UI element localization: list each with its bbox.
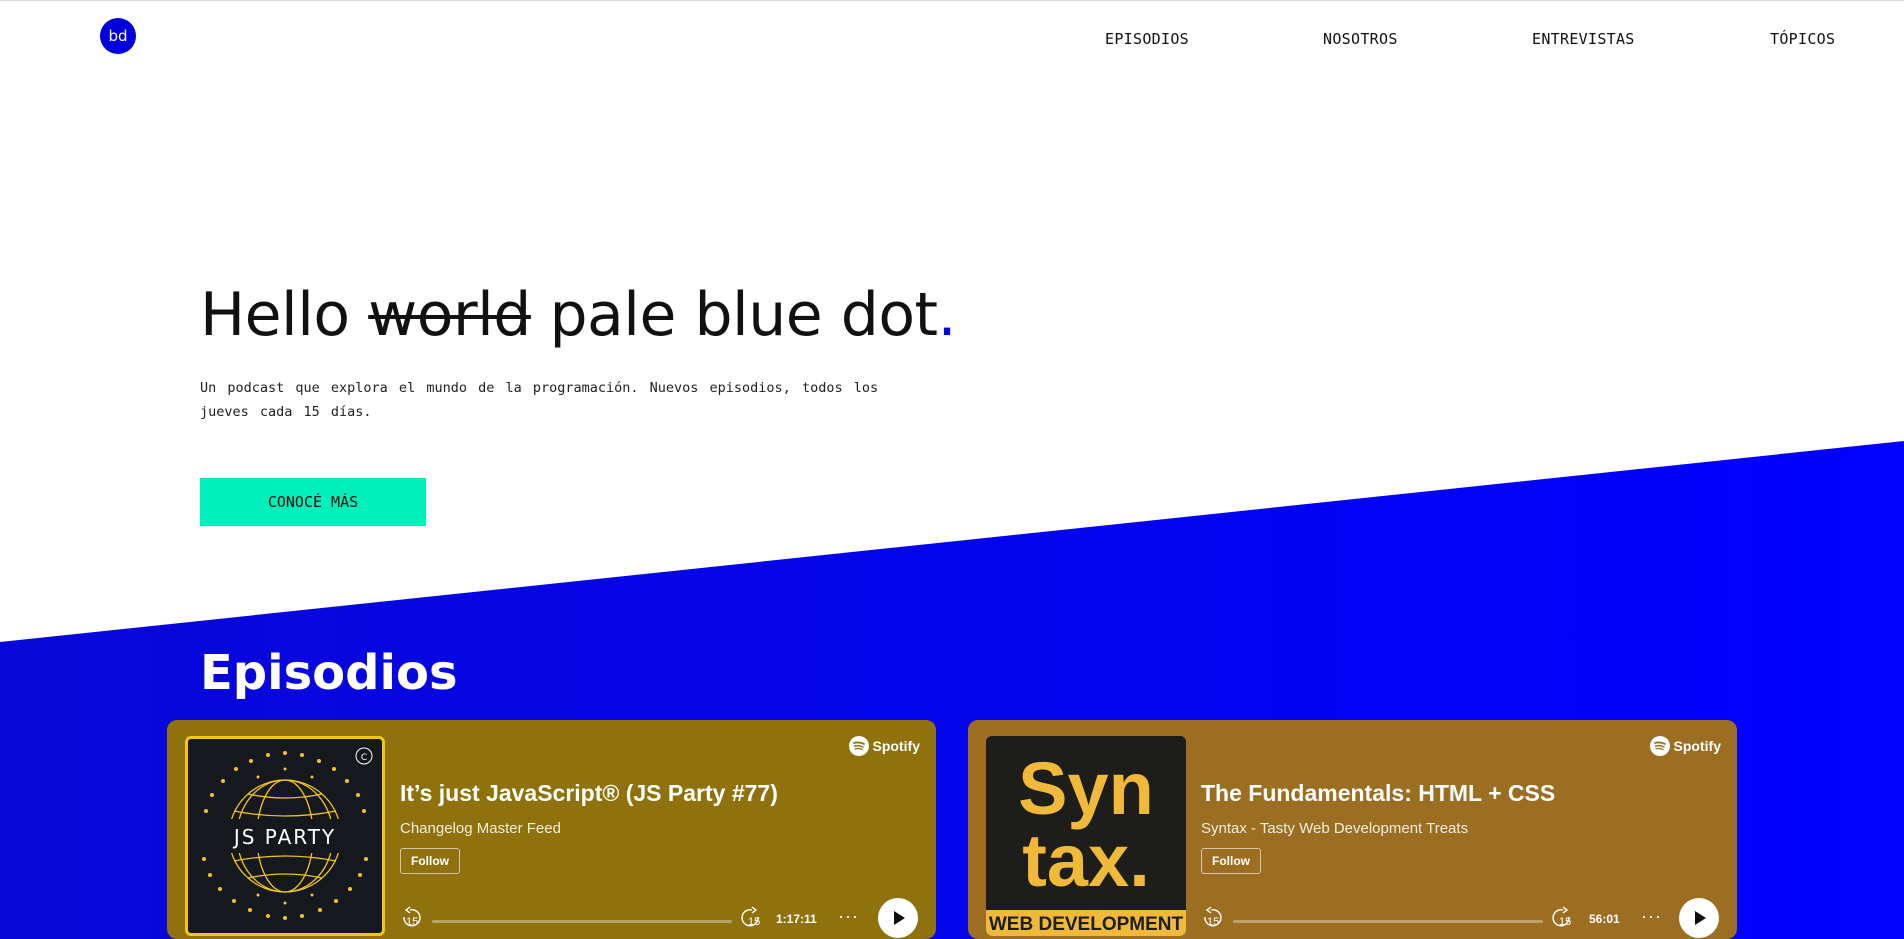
hero-description: Un podcast que explora el mundo de la pr…	[200, 380, 879, 420]
skip-forward-button[interactable]: 15	[1549, 906, 1573, 928]
episode-title[interactable]: It’s just JavaScript® (JS Party #77)	[400, 780, 778, 807]
cover-line-2: tax.	[1022, 819, 1150, 902]
skip-back-label: 15	[1207, 916, 1220, 928]
cover-badge: C	[361, 753, 367, 763]
cover-line-1: Syn	[1018, 747, 1154, 830]
hero-title-dot: .	[937, 280, 957, 350]
follow-button[interactable]: Follow	[1201, 848, 1261, 874]
episode-show-name[interactable]: Changelog Master Feed	[400, 820, 561, 837]
episode-show-name[interactable]: Syntax - Tasty Web Development Treats	[1201, 820, 1468, 837]
spotify-brand[interactable]: Spotify	[1649, 736, 1721, 756]
hero-title: Hello world pale blue dot.	[200, 280, 957, 350]
nav-item-nosotros[interactable]: NOSOTROS	[1323, 30, 1398, 48]
more-options-button[interactable]: ···	[1641, 906, 1662, 927]
skip-back-button[interactable]: 15	[400, 906, 424, 928]
play-button[interactable]	[1679, 898, 1719, 938]
spotify-icon	[1649, 736, 1670, 756]
progress-bar[interactable]	[1233, 920, 1543, 923]
progress-bar[interactable]	[432, 920, 732, 923]
cover-text: JS PARTY	[232, 825, 336, 849]
more-options-button[interactable]: ···	[838, 906, 859, 927]
spotify-label: Spotify	[872, 738, 920, 754]
player-controls: 15 15 56:01 ···	[1201, 898, 1721, 938]
nav-item-entrevistas[interactable]: ENTREVISTAS	[1532, 30, 1635, 48]
nav-item-topicos[interactable]: TÓPICOS	[1770, 30, 1835, 48]
site-logo[interactable]: bd	[100, 18, 136, 54]
skip-forward-label: 15	[748, 916, 761, 928]
spotify-icon	[848, 736, 869, 756]
spotify-label: Spotify	[1673, 738, 1721, 754]
globe-icon: JS PARTY C	[202, 747, 373, 920]
skip-back-button[interactable]: 15	[1201, 906, 1225, 928]
play-button[interactable]	[878, 898, 918, 938]
episode-card[interactable]: Syn tax. WEB DEVELOPMENT Spotify The Fun…	[968, 720, 1737, 939]
episode-title[interactable]: The Fundamentals: HTML + CSS	[1201, 780, 1555, 807]
cta-button[interactable]: CONOCÉ MÁS	[200, 478, 426, 526]
skip-forward-button[interactable]: 15	[738, 906, 762, 928]
skip-back-label: 15	[406, 916, 419, 928]
logo-text: bd	[108, 27, 128, 45]
skip-forward-label: 15	[1559, 916, 1572, 928]
hero-title-before: Hello	[200, 280, 369, 350]
player-controls: 15 15 1:17:11 ···	[400, 898, 920, 938]
episode-cover-art[interactable]: JS PARTY C	[185, 736, 385, 936]
syntax-logo-icon: Syn tax. WEB DEVELOPMENT	[986, 736, 1186, 936]
cover-footer: WEB DEVELOPMENT	[989, 914, 1184, 935]
episode-duration: 56:01	[1589, 912, 1620, 926]
spotify-brand[interactable]: Spotify	[848, 736, 920, 756]
episode-cover-art[interactable]: Syn tax. WEB DEVELOPMENT	[986, 736, 1186, 936]
hero-title-strikethrough: world	[368, 280, 531, 350]
episodes-section-title: Episodios	[200, 645, 458, 701]
episode-card[interactable]: JS PARTY C Spotify It’s just JavaScript®…	[167, 720, 936, 939]
follow-button[interactable]: Follow	[400, 848, 460, 874]
hero-title-after: pale blue dot	[530, 280, 938, 350]
episode-duration: 1:17:11	[776, 912, 817, 926]
nav-item-episodios[interactable]: EPISODIOS	[1105, 30, 1189, 48]
